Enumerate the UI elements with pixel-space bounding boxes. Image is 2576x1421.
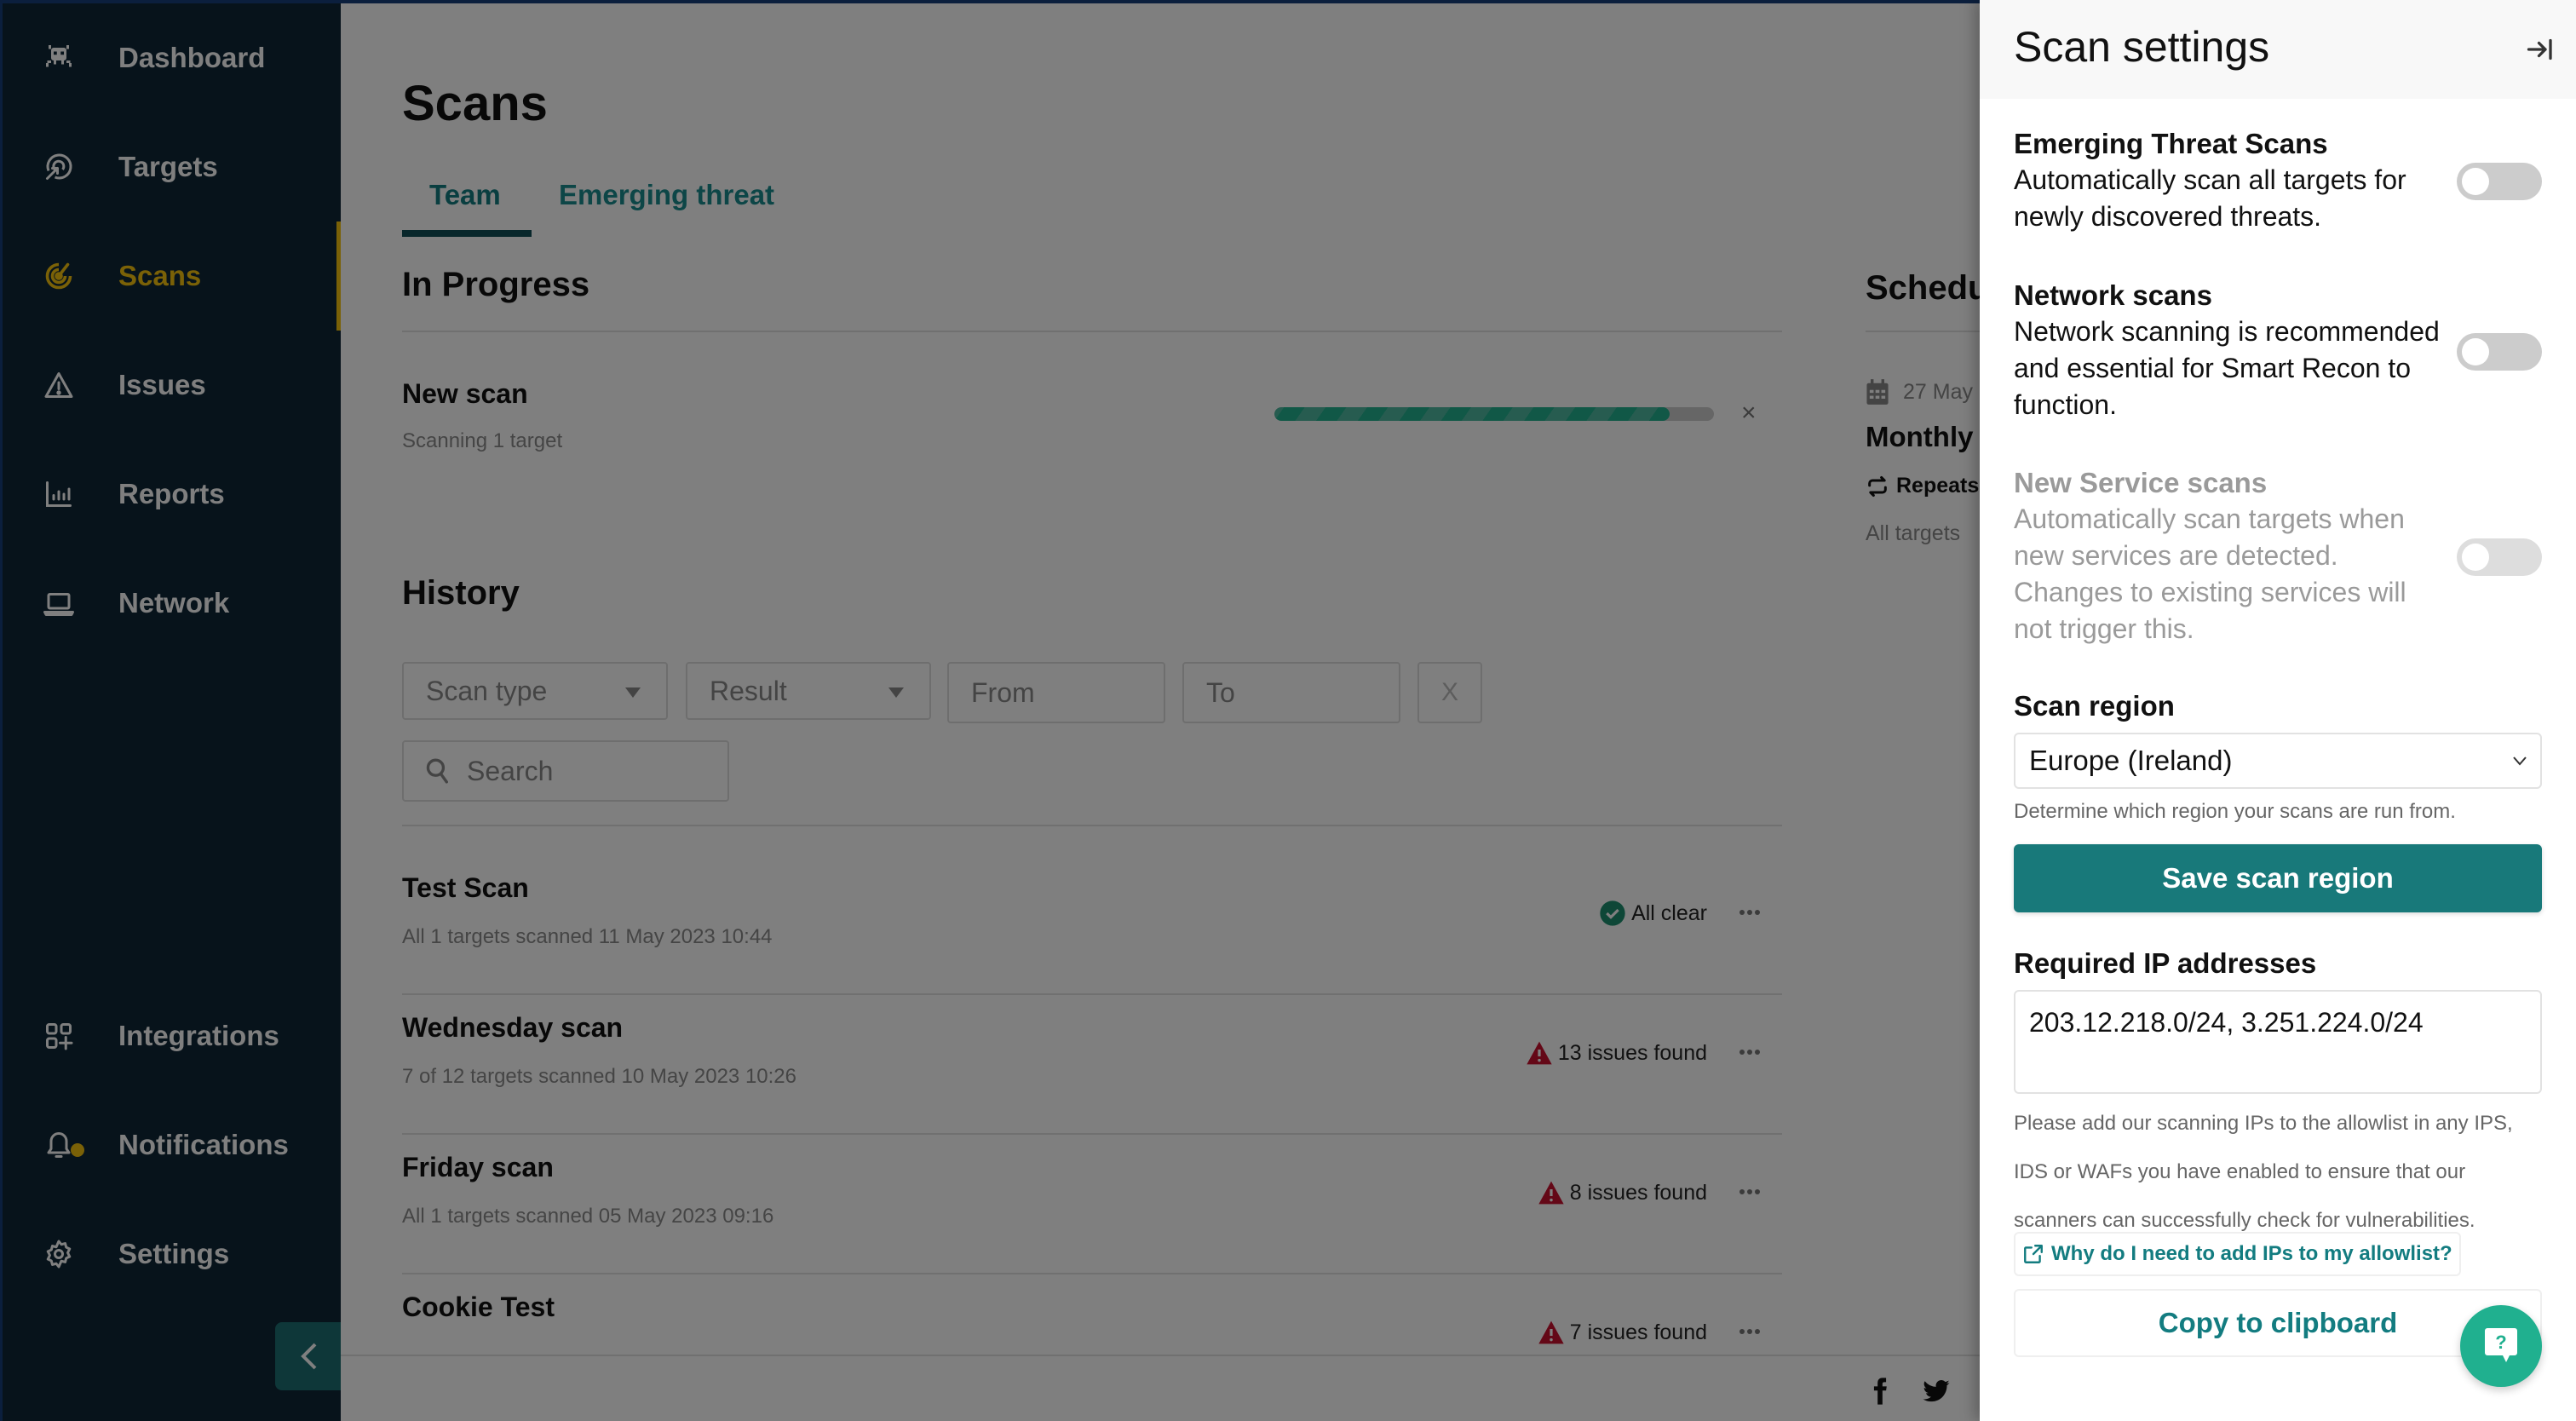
scan-region-help: Determine which region your scans are ru…	[2014, 800, 2456, 823]
network-scans-toggle[interactable]	[2457, 333, 2542, 371]
save-scan-region-button[interactable]: Save scan region	[2014, 844, 2542, 912]
help-chat-icon: ?	[2485, 1328, 2517, 1362]
collapse-right-icon[interactable]	[2525, 34, 2556, 65]
setting-description: Network scanning is recommended and esse…	[2014, 316, 2440, 420]
setting-title: New Service scans	[2014, 467, 2268, 498]
setting-network-scans: Network scans Network scanning is recomm…	[2014, 278, 2440, 423]
emerging-threat-toggle[interactable]	[2457, 163, 2542, 200]
setting-title: Network scans	[2014, 279, 2212, 311]
modal-backdrop[interactable]	[0, 0, 1980, 1421]
chevron-down-icon	[2513, 757, 2527, 766]
setting-new-service-scans: New Service scans Automatically scan tar…	[2014, 465, 2440, 647]
svg-text:?: ?	[2495, 1332, 2506, 1353]
required-ips-field[interactable]: 203.12.218.0/24, 3.251.224.0/24	[2014, 990, 2542, 1094]
scan-region-label: Scan region	[2014, 690, 2175, 722]
required-ips-label: Required IP addresses	[2014, 947, 2317, 979]
panel-title: Scan settings	[2014, 23, 2270, 71]
new-service-scans-toggle[interactable]	[2457, 538, 2542, 576]
scan-region-value: Europe (Ireland)	[2029, 745, 2233, 776]
panel-header: Scan settings	[1980, 0, 2576, 99]
setting-emerging-threat: Emerging Threat Scans Automatically scan…	[2014, 126, 2440, 235]
allowlist-help-text: Why do I need to add IPs to my allowlist…	[2051, 1242, 2452, 1265]
help-chat-button[interactable]: ?	[2460, 1305, 2542, 1387]
setting-description: Automatically scan all targets for newly…	[2014, 164, 2406, 232]
setting-description: Automatically scan targets when new serv…	[2014, 503, 2406, 644]
required-ips-help: Please add our scanning IPs to the allow…	[2014, 1112, 2513, 1232]
scan-region-select[interactable]: Europe (Ireland)	[2014, 733, 2542, 789]
scan-settings-panel: Scan settings Emerging Threat Scans Auto…	[1980, 0, 2576, 1421]
external-link-icon	[2024, 1245, 2043, 1263]
setting-title: Emerging Threat Scans	[2014, 128, 2328, 159]
allowlist-help-link[interactable]: Why do I need to add IPs to my allowlist…	[2014, 1232, 2461, 1276]
